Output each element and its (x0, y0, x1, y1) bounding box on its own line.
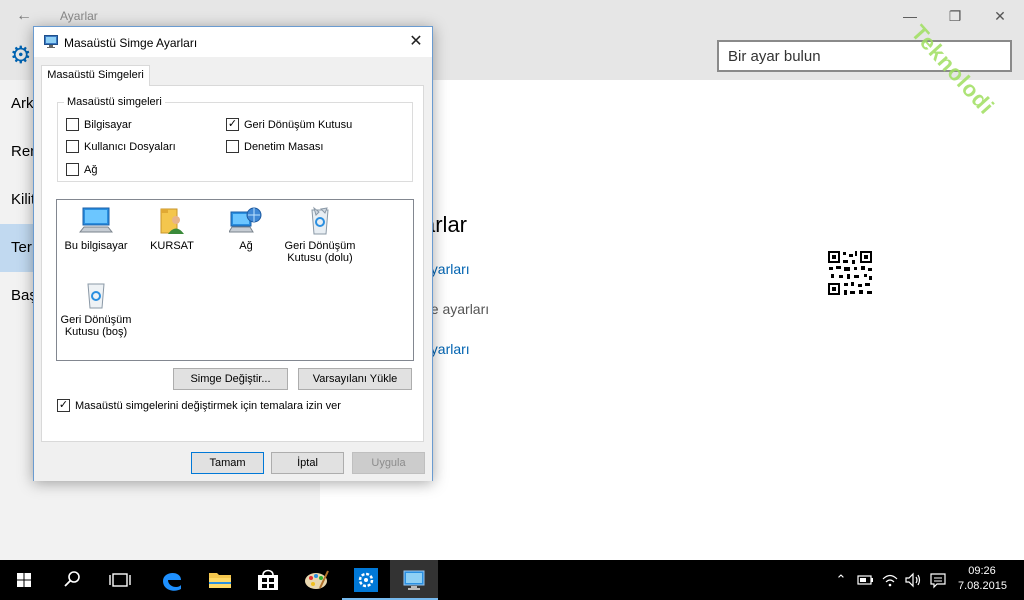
paint-palette-icon (305, 570, 329, 589)
icon-label: Geri Dönüşüm Kutusu (dolu) (284, 240, 356, 264)
task-view-button[interactable] (96, 560, 144, 600)
computer-icon (79, 207, 113, 233)
checkbox-label: Geri Dönüşüm Kutusu (244, 119, 353, 131)
icon-item[interactable]: KURSAT (133, 206, 211, 252)
icon-item[interactable]: Geri Dönüşüm Kutusu (dolu) (281, 206, 359, 264)
taskbar: ⌃ 09:26 7.08.2015 (0, 560, 1024, 600)
edge-taskbar-button[interactable] (148, 560, 196, 600)
settings-gear-icon (354, 568, 378, 592)
desktop-icon-settings-taskbar-button[interactable] (390, 560, 438, 600)
qr-code-icon (827, 250, 873, 296)
network-icon (229, 207, 262, 233)
checkbox-label: Ağ (84, 164, 98, 176)
icon-item[interactable]: Bu bilgisayar (57, 206, 135, 252)
store-icon (258, 569, 278, 590)
settings-taskbar-button[interactable] (342, 560, 390, 600)
close-icon[interactable]: ✕ (406, 32, 426, 52)
dialog-titlebar: Masaüstü Simge Ayarları ✕ (34, 27, 432, 57)
checkbox-box[interactable] (226, 140, 239, 153)
windows-logo-icon (17, 573, 31, 587)
checkbox-box[interactable]: ✓ (226, 118, 239, 131)
file-explorer-taskbar-button[interactable] (196, 560, 244, 600)
tab-panel: Masaüstü simgeleri Bilgisayar ✓ Geri Dön… (41, 85, 424, 442)
edge-icon (163, 572, 181, 591)
checkbox-box[interactable] (66, 163, 79, 176)
recycle-bin-full-icon (311, 206, 329, 235)
paint-taskbar-button[interactable] (292, 560, 340, 600)
close-icon[interactable]: ✕ (988, 6, 1012, 26)
action-center-icon[interactable] (928, 570, 948, 590)
store-taskbar-button[interactable] (244, 560, 292, 600)
checkbox-box[interactable]: ✓ (57, 399, 70, 412)
apply-button[interactable]: Uygula (352, 452, 425, 474)
checkbox-label: Masaüstü simgelerini değiştirmek için te… (75, 400, 341, 412)
folder-icon (209, 573, 231, 588)
desktop-settings-icon (403, 570, 425, 590)
icon-label: Ağ (239, 240, 253, 252)
icon-label: Geri Dönüşüm Kutusu (boş) (60, 314, 132, 338)
dialog-title: Masaüstü Simge Ayarları (64, 36, 198, 50)
change-icon-button[interactable]: Simge Değiştir... (173, 368, 288, 390)
icon-item[interactable]: Geri Dönüşüm Kutusu (boş) (57, 280, 135, 338)
user-folder-icon (160, 208, 184, 234)
group-label: Masaüstü simgeleri (64, 96, 165, 108)
icon-label: Bu bilgisayar (64, 240, 128, 252)
start-button[interactable] (0, 560, 48, 600)
icon-list[interactable]: Bu bilgisayar KURSAT Ağ Geri Dönüşüm Kut… (56, 199, 414, 361)
clock[interactable]: 09:26 7.08.2015 (958, 564, 1007, 594)
desktop-icons-group: Masaüstü simgeleri Bilgisayar ✓ Geri Dön… (57, 96, 413, 182)
task-view-icon (109, 573, 131, 587)
ok-button[interactable]: Tamam (191, 452, 264, 474)
restore-default-button[interactable]: Varsayılanı Yükle (298, 368, 412, 390)
search-icon (64, 571, 80, 587)
search-taskbar-button[interactable] (48, 560, 96, 600)
chevron-up-icon[interactable]: ⌃ (831, 570, 851, 590)
recycle-bin-empty-icon (87, 283, 105, 309)
checkbox-label: Denetim Masası (244, 141, 324, 153)
checkbox-label: Kullanıcı Dosyaları (84, 141, 176, 153)
checkbox-box[interactable] (66, 118, 79, 131)
cancel-button[interactable]: İptal (271, 452, 344, 474)
volume-icon[interactable] (903, 570, 923, 590)
icon-item[interactable]: Ağ (207, 206, 285, 252)
wifi-icon[interactable] (880, 570, 900, 590)
restore-icon[interactable]: ❐ (943, 6, 967, 26)
desktop-icon-settings-dialog: Masaüstü Simge Ayarları ✕ Masaüstü Simge… (33, 26, 433, 481)
tab-desktop-icons[interactable]: Masaüstü Simgeleri (41, 65, 150, 86)
clock-date: 7.08.2015 (958, 580, 1007, 592)
icon-label: KURSAT (150, 240, 194, 252)
settings-title: Ayarlar (60, 9, 98, 23)
back-arrow-icon[interactable]: ← (10, 6, 38, 26)
minimize-icon[interactable]: — (898, 6, 922, 26)
clock-time: 09:26 (968, 565, 996, 577)
desktop-settings-icon (44, 35, 58, 48)
dialog-body: Masaüstü Simgeleri Masaüstü simgeleri Bi… (34, 57, 432, 481)
checkbox-label: Bilgisayar (84, 119, 132, 131)
checkbox-box[interactable] (66, 140, 79, 153)
battery-icon[interactable] (856, 570, 876, 590)
